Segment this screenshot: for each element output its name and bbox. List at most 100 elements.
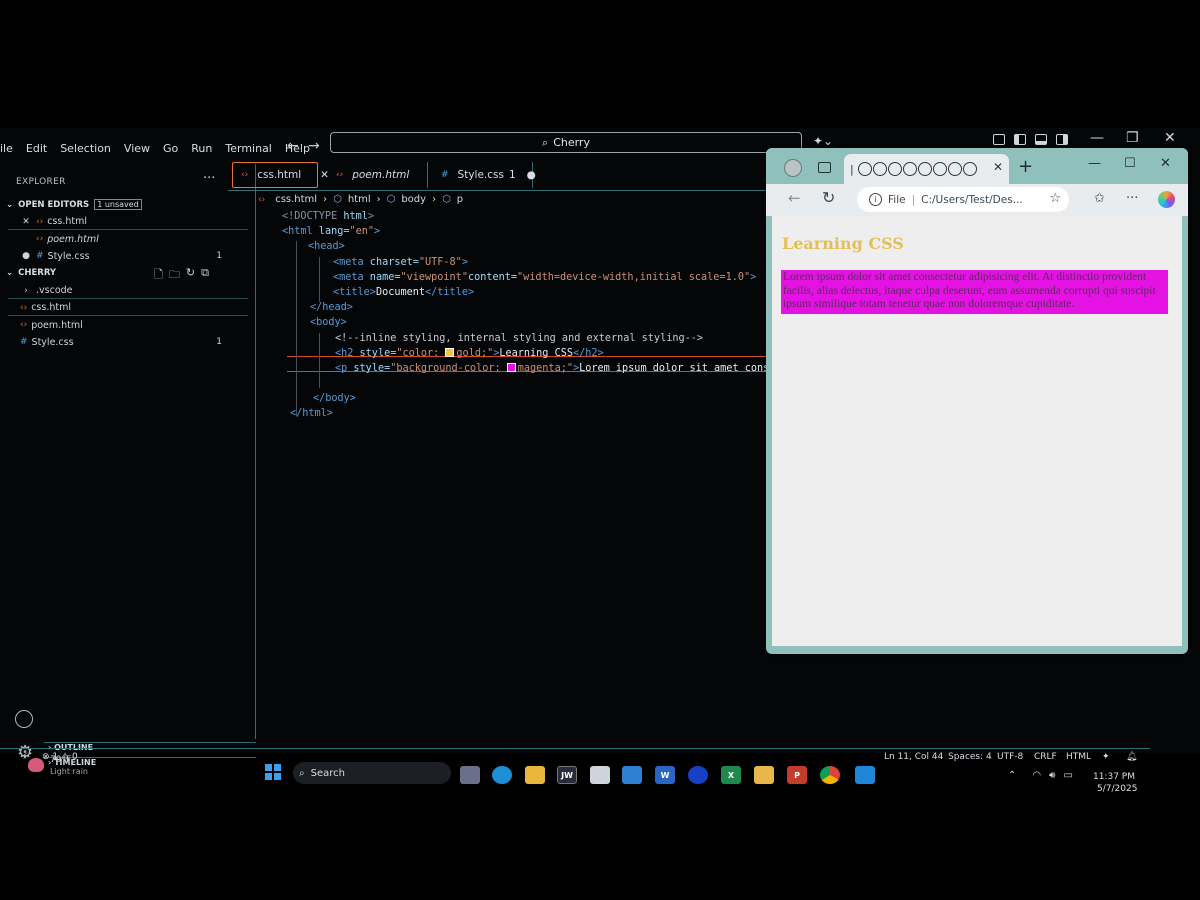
powerpoint-icon[interactable]: P xyxy=(787,766,807,784)
open-editors-header[interactable]: ⌄ OPEN EDITORS 1 unsaved xyxy=(6,199,142,210)
workspace-label: CHERRY xyxy=(18,268,57,278)
close-icon[interactable]: ✕ xyxy=(20,217,32,227)
element-icon: ⬡ xyxy=(442,194,451,205)
code-token: <html xyxy=(282,226,313,238)
command-center[interactable]: ⌕ Cherry xyxy=(330,132,802,153)
minimize-icon[interactable]: — xyxy=(1088,156,1101,171)
rendered-page: Learning CSS Lorem ipsum dolor sit amet … xyxy=(772,216,1182,646)
breadcrumb-item[interactable]: html xyxy=(348,194,371,205)
code-line: 14 </html> xyxy=(240,406,770,421)
browser-tab[interactable]: | ✕ xyxy=(844,154,1009,184)
tab-style-css[interactable]: # Style.css 1 ● xyxy=(433,162,536,188)
chevron-right-icon: › xyxy=(323,194,328,205)
copilot-icon[interactable]: ✦⌄ xyxy=(813,134,833,148)
menu-go[interactable]: Go xyxy=(163,142,178,155)
code-token: Document xyxy=(375,286,426,298)
open-editors-label: OPEN EDITORS xyxy=(18,199,90,210)
mail-icon[interactable] xyxy=(622,766,642,784)
open-editor-item[interactable]: ● # Style.css 1 xyxy=(8,248,248,264)
mail-client-icon[interactable] xyxy=(754,766,774,784)
code-token: "background-color: xyxy=(390,362,507,374)
chevron-down-icon: ⌄ xyxy=(6,268,14,278)
new-tab-icon[interactable]: + xyxy=(1018,156,1033,177)
unsaved-dot-icon[interactable]: ● xyxy=(527,169,536,181)
menu-terminal[interactable]: Terminal xyxy=(225,142,272,155)
menu-view[interactable]: View xyxy=(124,142,150,155)
explorer-title: EXPLORER xyxy=(16,177,66,187)
address-scheme: File xyxy=(888,193,906,206)
menu-selection[interactable]: Selection xyxy=(60,142,111,155)
favorite-star-icon[interactable]: ☆ xyxy=(1049,191,1061,206)
code-line: 7 </head> xyxy=(240,300,770,315)
address-bar[interactable]: i File | C:/Users/Test/Des... ☆ xyxy=(857,187,1069,212)
layout-customize-icon[interactable] xyxy=(993,134,1005,145)
account-icon[interactable] xyxy=(15,710,33,728)
menu-run[interactable]: Run xyxy=(191,142,212,155)
weather-temperature[interactable]: 79°F xyxy=(50,755,71,765)
chevron-up-icon[interactable]: ⌃ xyxy=(1008,770,1016,781)
clock-date[interactable]: 5/7/2025 xyxy=(1097,784,1137,794)
file-item[interactable]: ‹› css.html xyxy=(8,300,248,316)
back-arrow-icon[interactable]: ← xyxy=(287,138,299,154)
copilot-icon[interactable] xyxy=(1158,191,1175,208)
tab-css-html[interactable]: ‹› css.html ✕ xyxy=(232,162,329,188)
close-icon[interactable]: ✕ xyxy=(1164,130,1176,146)
info-icon[interactable]: i xyxy=(869,193,882,206)
globe-icon xyxy=(962,162,977,176)
windows-start-icon[interactable] xyxy=(265,764,281,780)
folder-item[interactable]: › .vscode xyxy=(8,283,248,299)
chrome-icon[interactable] xyxy=(820,766,840,784)
favorites-icon[interactable]: ✩ xyxy=(1094,191,1105,206)
html-file-icon: ‹› xyxy=(20,320,28,330)
workspace-header[interactable]: ⌄ CHERRY xyxy=(6,268,56,278)
more-actions-icon[interactable]: ··· xyxy=(203,171,215,186)
widgets-icon[interactable] xyxy=(460,766,480,784)
html-file-icon: ‹› xyxy=(20,302,28,313)
wifi-icon[interactable]: ◠ xyxy=(1032,770,1041,781)
taskbar-search[interactable]: ⌕ Search xyxy=(293,762,451,784)
file-item[interactable]: ‹› poem.html xyxy=(8,317,248,333)
profile-avatar[interactable] xyxy=(784,159,802,177)
maximize-icon[interactable]: ☐ xyxy=(1124,156,1136,171)
toggle-panel-icon[interactable] xyxy=(1035,134,1047,145)
close-tab-icon[interactable]: ✕ xyxy=(993,160,1003,174)
excel-icon[interactable]: X xyxy=(721,766,741,784)
battery-icon[interactable]: ▭ xyxy=(1063,770,1072,781)
more-icon[interactable]: ··· xyxy=(1126,191,1138,206)
toggle-secondary-sidebar-icon[interactable] xyxy=(1056,134,1068,145)
menu-file[interactable]: ile xyxy=(0,142,13,155)
clock-time[interactable]: 11:37 PM xyxy=(1093,772,1135,782)
color-swatch-gold[interactable] xyxy=(445,347,455,357)
breadcrumb-item[interactable]: css.html xyxy=(275,194,317,205)
back-arrow-icon[interactable]: ← xyxy=(788,189,801,207)
jw-app-icon[interactable]: JW xyxy=(557,766,577,784)
edge-icon[interactable] xyxy=(492,766,512,784)
breadcrumb-item[interactable]: p xyxy=(457,194,463,205)
tab-label: Style.css xyxy=(457,169,504,181)
globe-icon xyxy=(932,162,947,176)
system-tray: ⌃ ◠ 🔊︎ ▭ xyxy=(1008,770,1073,781)
color-swatch-magenta[interactable] xyxy=(506,362,516,372)
code-line: 11 <p style="background-color: magenta;"… xyxy=(240,361,770,376)
tab-actions-icon[interactable] xyxy=(818,162,831,173)
forward-arrow-icon[interactable]: → xyxy=(308,138,320,154)
restore-icon[interactable]: ❐ xyxy=(1126,130,1139,146)
store-icon[interactable] xyxy=(590,766,610,784)
open-editor-item[interactable]: ‹› poem.html xyxy=(8,231,248,247)
weather-icon[interactable] xyxy=(28,758,44,772)
code-editor[interactable]: 1 <!DOCTYPE html> 2 <html lang="en"> 3 <… xyxy=(240,209,770,422)
word-icon[interactable]: W xyxy=(655,766,675,784)
zoom-icon[interactable] xyxy=(688,766,708,784)
close-icon[interactable]: ✕ xyxy=(1160,156,1171,171)
volume-icon[interactable]: 🔊︎ xyxy=(1049,770,1055,781)
file-item[interactable]: # Style.css 1 xyxy=(8,334,248,350)
breadcrumb-item[interactable]: body xyxy=(401,194,426,205)
tab-poem-html[interactable]: ‹› poem.html xyxy=(328,162,428,188)
menu-edit[interactable]: Edit xyxy=(26,142,47,155)
vscode-icon[interactable] xyxy=(855,766,875,784)
file-explorer-icon[interactable] xyxy=(525,766,545,784)
toggle-primary-sidebar-icon[interactable] xyxy=(1014,134,1026,145)
minimize-icon[interactable]: — xyxy=(1090,130,1104,146)
reload-icon[interactable]: ↻ xyxy=(822,188,835,207)
open-editor-item[interactable]: ✕ ‹› css.html xyxy=(8,214,248,230)
